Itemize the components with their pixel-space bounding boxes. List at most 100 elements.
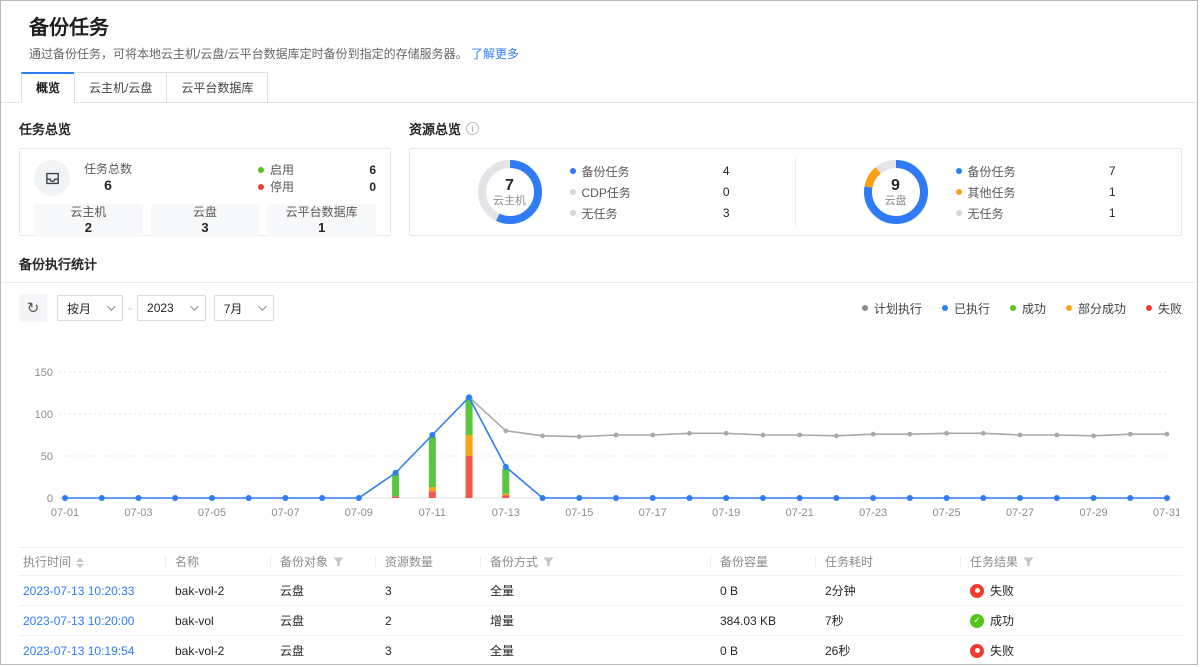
task-overview-section: 任务总览 任务总数 6 xyxy=(19,119,391,236)
donut-chart-云盘: 9云盘 xyxy=(862,158,930,226)
backup-execution-chart: 05010015007-0107-0307-0507-0707-0907-110… xyxy=(19,358,1179,536)
disabled-dot-icon xyxy=(258,184,264,190)
svg-text:07-29: 07-29 xyxy=(1079,507,1107,519)
chart-line-已执行 xyxy=(62,394,1170,501)
chart-line-计划执行 xyxy=(467,395,1170,439)
resource-overview-title: 资源总览 i xyxy=(409,119,1182,138)
stats-divider xyxy=(1,282,1197,283)
legend-label: 失败 xyxy=(1158,300,1182,317)
column-header-资源数量: 资源数量 xyxy=(375,548,480,576)
resource-count: 3 xyxy=(385,644,392,658)
column-label: 任务结果 xyxy=(970,555,1018,569)
donut-center: 7云主机 xyxy=(476,158,544,226)
chevron-down-icon xyxy=(107,302,115,310)
disabled-row: 停用 0 xyxy=(258,178,376,195)
task-result: 失败 xyxy=(970,582,1014,599)
legend-label: 备份任务 xyxy=(582,163,723,180)
chart-legend-item-成功[interactable]: 成功 xyxy=(1010,300,1046,317)
legend-label: 成功 xyxy=(1022,300,1046,317)
enabled-label: 启用 xyxy=(270,161,369,178)
task-total-label: 任务总数 xyxy=(84,162,132,177)
legend-dot-icon xyxy=(1066,305,1072,311)
period-select-value: 按月 xyxy=(67,300,91,317)
task-icon-circle xyxy=(34,160,70,196)
svg-text:07-11: 07-11 xyxy=(419,507,446,519)
page-content: 任务总览 任务总数 6 xyxy=(1,103,1197,665)
fail-icon xyxy=(970,584,984,598)
donut-legend-row-备份任务: 备份任务7 xyxy=(956,161,1116,182)
resource-overview-title-text: 资源总览 xyxy=(409,119,461,138)
disabled-value: 0 xyxy=(369,180,376,194)
info-icon[interactable]: i xyxy=(466,122,479,135)
donut-center-label: 云主机 xyxy=(493,195,526,208)
execution-table: 执行时间名称备份对象资源数量备份方式备份容量任务耗时任务结果 2023-07-1… xyxy=(19,547,1183,665)
legend-label: 计划执行 xyxy=(874,300,922,317)
chevron-down-icon xyxy=(190,302,198,310)
page-header: 备份任务 通过备份任务，可将本地云主机/云盘/云平台数据库定时备份到指定的存储服… xyxy=(1,1,1197,62)
table-row: 2023-07-13 10:20:33bak-vol-2云盘3全量0 B2分钟失… xyxy=(19,576,1183,606)
svg-text:07-27: 07-27 xyxy=(1006,507,1034,519)
task-card-云平台数据库: 云平台数据库1 xyxy=(267,204,376,237)
table-header-row: 执行时间名称备份对象资源数量备份方式备份容量任务耗时任务结果 xyxy=(19,548,1183,576)
execution-time-link[interactable]: 2023-07-13 10:19:54 xyxy=(23,644,134,658)
column-header-名称: 名称 xyxy=(165,548,270,576)
legend-dot-icon xyxy=(570,168,576,174)
period-select[interactable]: 按月 xyxy=(57,295,123,321)
year-select[interactable]: 2023 xyxy=(137,295,206,321)
tab-云平台数据库[interactable]: 云平台数据库 xyxy=(166,72,268,103)
svg-text:150: 150 xyxy=(35,367,53,379)
resource-overview-panel: 7云主机备份任务4CDP任务0无任务39云盘备份任务7其他任务1无任务1 xyxy=(409,148,1182,236)
learn-more-link[interactable]: 了解更多 xyxy=(471,47,519,61)
column-label: 备份容量 xyxy=(720,555,768,569)
task-total: 任务总数 6 xyxy=(84,162,132,194)
chart-legend-item-已执行[interactable]: 已执行 xyxy=(942,300,990,317)
table-row: 2023-07-13 10:20:00bak-vol云盘2增量384.03 KB… xyxy=(19,606,1183,636)
refresh-button[interactable]: ↻ xyxy=(19,294,47,322)
donut-legend-row-其他任务: 其他任务1 xyxy=(956,182,1116,203)
task-result: ✓成功 xyxy=(970,612,1014,629)
donut-legend-row-CDP任务: CDP任务0 xyxy=(570,182,730,203)
execution-time-link[interactable]: 2023-07-13 10:20:00 xyxy=(23,614,134,628)
chart-bars xyxy=(392,397,509,498)
tab-云主机/云盘[interactable]: 云主机/云盘 xyxy=(74,72,167,103)
svg-text:0: 0 xyxy=(47,493,53,505)
stats-title: 备份执行统计 xyxy=(19,254,1182,273)
execution-time-link[interactable]: 2023-07-13 10:20:33 xyxy=(23,584,134,598)
task-name: bak-vol-2 xyxy=(175,584,224,598)
donut-legend: 备份任务4CDP任务0无任务3 xyxy=(570,161,730,224)
sort-icon[interactable] xyxy=(76,558,84,568)
chart-legend-item-部分成功[interactable]: 部分成功 xyxy=(1066,300,1126,317)
resource-count: 2 xyxy=(385,614,392,628)
column-label: 任务耗时 xyxy=(825,555,873,569)
filter-icon[interactable] xyxy=(1023,556,1034,570)
backup-target: 云盘 xyxy=(280,644,304,658)
filter-icon[interactable] xyxy=(333,556,344,570)
legend-value: 1 xyxy=(1109,206,1116,220)
donut-group-云主机: 7云主机备份任务4CDP任务0无任务3 xyxy=(410,158,795,226)
chevron-down-icon xyxy=(259,302,267,310)
svg-text:07-13: 07-13 xyxy=(492,507,520,519)
backup-method: 增量 xyxy=(490,614,514,628)
task-card-label: 云平台数据库 xyxy=(267,205,376,220)
task-card-value: 1 xyxy=(267,220,376,235)
svg-text:07-19: 07-19 xyxy=(712,507,740,519)
legend-dot-icon xyxy=(1010,305,1016,311)
donut-legend-row-备份任务: 备份任务4 xyxy=(570,161,730,182)
legend-value: 7 xyxy=(1109,164,1116,178)
chart-legend-item-计划执行[interactable]: 计划执行 xyxy=(862,300,922,317)
backup-method: 全量 xyxy=(490,644,514,658)
legend-value: 3 xyxy=(723,206,730,220)
task-duration: 2分钟 xyxy=(825,584,856,598)
stats-section-header: 备份执行统计 xyxy=(19,254,1182,283)
tab-概览[interactable]: 概览 xyxy=(21,72,75,103)
month-select[interactable]: 7月 xyxy=(214,295,275,321)
legend-dot-icon xyxy=(956,168,962,174)
success-icon: ✓ xyxy=(970,614,984,628)
filter-icon[interactable] xyxy=(543,556,554,570)
task-card-云盘: 云盘3 xyxy=(151,204,260,237)
chart-legend-item-失败[interactable]: 失败 xyxy=(1146,300,1182,317)
column-header-任务结果: 任务结果 xyxy=(960,548,1183,576)
column-label: 执行时间 xyxy=(23,555,71,569)
svg-text:50: 50 xyxy=(41,451,53,463)
legend-dot-icon xyxy=(862,305,868,311)
